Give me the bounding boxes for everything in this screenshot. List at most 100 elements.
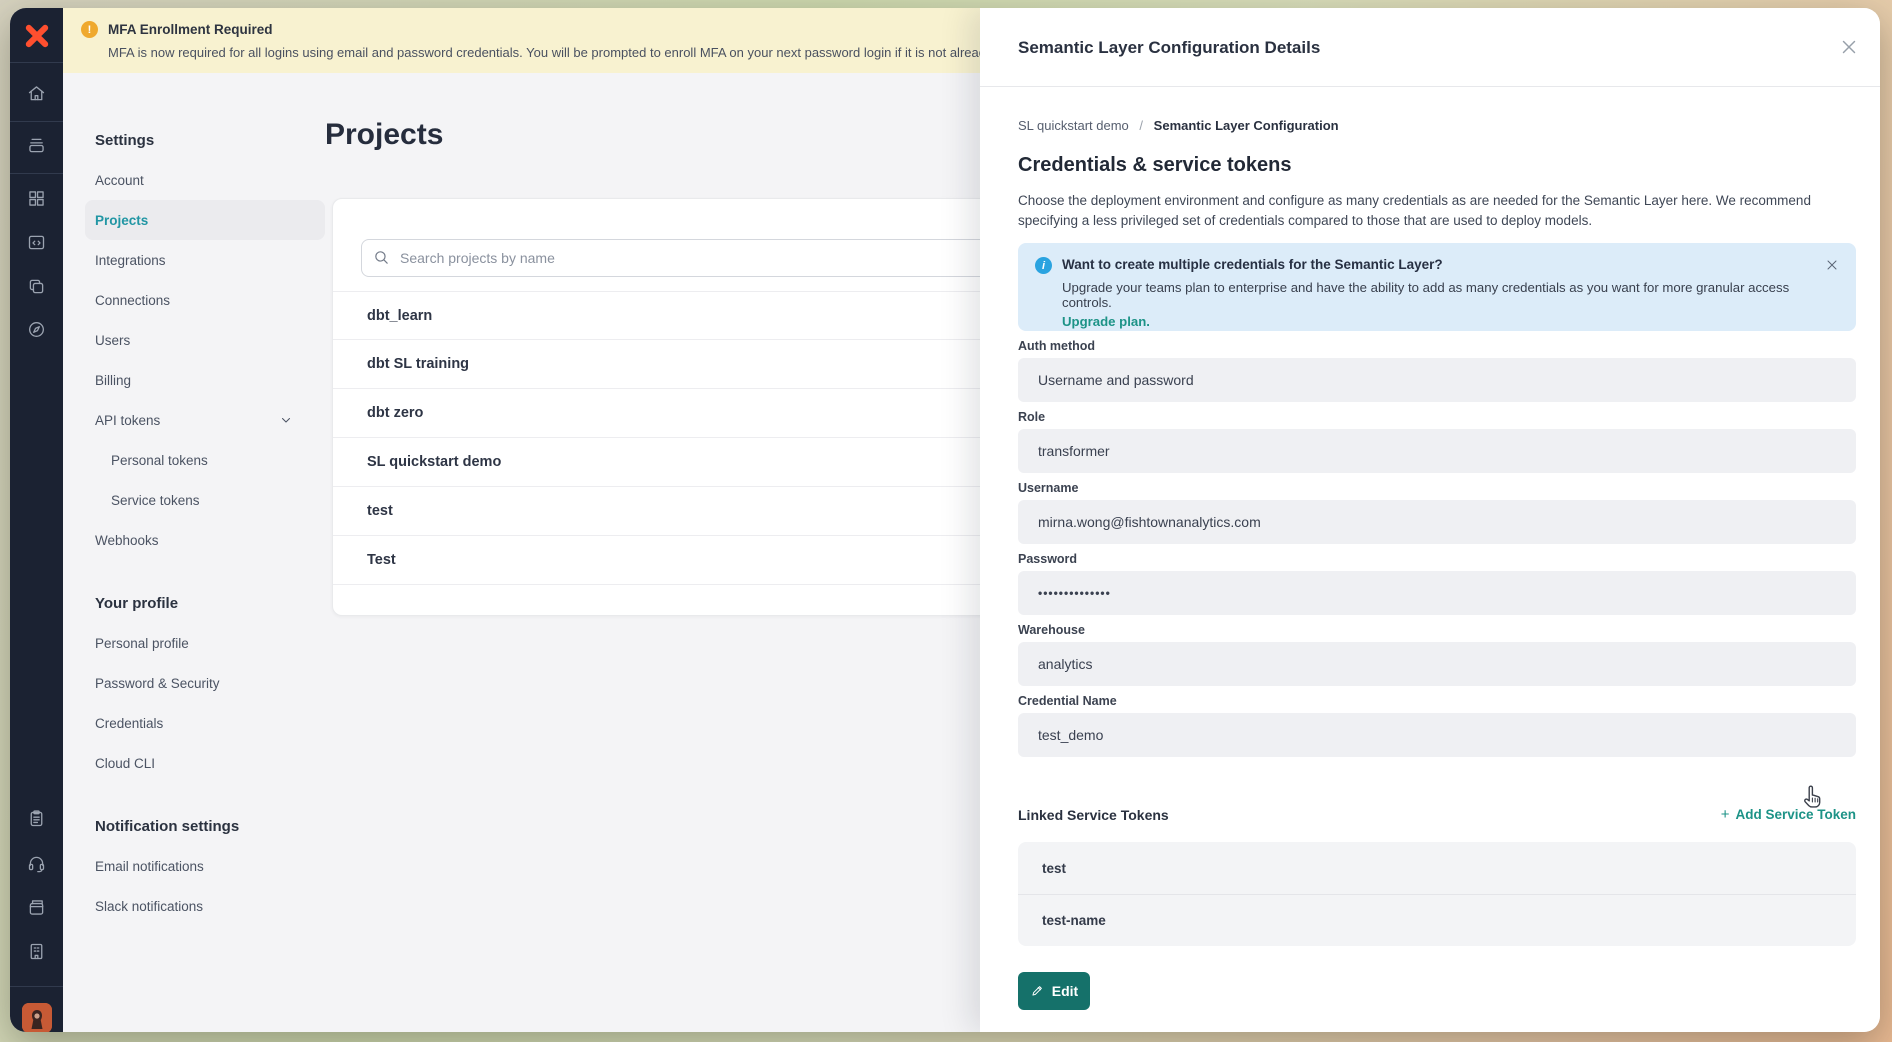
linked-service-tokens-label: Linked Service Tokens (1018, 807, 1169, 823)
support-headset-icon[interactable] (26, 853, 47, 874)
search-projects-input[interactable] (361, 239, 1009, 277)
projects-card: dbt_learn dbt SL training dbt zero SL qu… (332, 198, 1032, 616)
your-profile-heading: Your profile (85, 583, 325, 623)
auth-method-value: Username and password (1018, 358, 1856, 402)
breadcrumb: SL quickstart demo / Semantic Layer Conf… (1018, 118, 1856, 133)
service-tokens-list: test test-name (1018, 842, 1856, 946)
password-field: Password •••••••••••••• (1018, 552, 1856, 615)
field-label: Password (1018, 552, 1856, 567)
project-row[interactable]: Test (333, 536, 1031, 585)
upgrade-info-box: i Want to create multiple credentials fo… (1018, 243, 1856, 331)
explore-compass-icon[interactable] (26, 319, 47, 340)
rail-divider (10, 173, 63, 174)
banner-title: MFA Enrollment Required (108, 22, 273, 37)
close-icon[interactable] (1838, 36, 1860, 58)
info-box-body: Upgrade your teams plan to enterprise an… (1062, 280, 1812, 310)
auth-method-field: Auth method Username and password (1018, 339, 1856, 402)
rail-divider (10, 121, 63, 122)
edit-button-label: Edit (1052, 983, 1078, 999)
user-avatar[interactable] (22, 1003, 52, 1032)
search-icon (373, 249, 390, 266)
app-window: ! MFA Enrollment Required MFA is now req… (10, 8, 1880, 1032)
credential-name-value: test_demo (1018, 713, 1856, 757)
dbt-logo-icon[interactable] (23, 22, 51, 50)
nav-item-personal-tokens[interactable]: Personal tokens (85, 440, 325, 480)
code-editor-icon[interactable] (26, 232, 47, 253)
nav-item-personal-profile[interactable]: Personal profile (85, 623, 325, 663)
nav-item-users[interactable]: Users (85, 320, 325, 360)
project-row[interactable]: dbt SL training (333, 340, 1031, 389)
project-row[interactable]: test (333, 487, 1031, 536)
semantic-layer-drawer: Semantic Layer Configuration Details SL … (980, 8, 1880, 1032)
settings-heading: Settings (85, 120, 325, 160)
breadcrumb-separator: / (1139, 118, 1143, 133)
organization-building-icon[interactable] (26, 941, 47, 962)
warehouse-field: Warehouse analytics (1018, 623, 1856, 686)
warehouse-value: analytics (1018, 642, 1856, 686)
nav-item-slack-notifications[interactable]: Slack notifications (85, 886, 325, 926)
nav-item-integrations[interactable]: Integrations (85, 240, 325, 280)
username-value: mirna.wong@fishtownanalytics.com (1018, 500, 1856, 544)
nav-item-account[interactable]: Account (85, 160, 325, 200)
nav-item-password-security[interactable]: Password & Security (85, 663, 325, 703)
field-label: Warehouse (1018, 623, 1856, 638)
add-service-token-button[interactable]: + Add Service Token (1721, 806, 1856, 823)
service-token-row[interactable]: test (1018, 842, 1856, 894)
edit-button[interactable]: Edit (1018, 972, 1090, 1010)
nav-item-api-tokens[interactable]: API tokens (85, 400, 325, 440)
docs-book-icon[interactable] (26, 897, 47, 918)
field-label: Credential Name (1018, 694, 1856, 709)
nav-item-credentials[interactable]: Credentials (85, 703, 325, 743)
service-token-row[interactable]: test-name (1018, 894, 1856, 946)
home-icon[interactable] (26, 83, 47, 104)
desktop-background: ! MFA Enrollment Required MFA is now req… (0, 0, 1892, 1042)
password-value: •••••••••••••• (1018, 571, 1856, 615)
nav-item-connections[interactable]: Connections (85, 280, 325, 320)
info-box-title: Want to create multiple credentials for … (1062, 257, 1812, 272)
breadcrumb-parent[interactable]: SL quickstart demo (1018, 118, 1129, 133)
credential-name-field: Credential Name test_demo (1018, 694, 1856, 757)
role-value: transformer (1018, 429, 1856, 473)
plus-icon: + (1721, 806, 1730, 823)
warning-icon: ! (81, 21, 98, 38)
rail-divider (10, 62, 63, 63)
nav-item-service-tokens[interactable]: Service tokens (85, 480, 325, 520)
nav-item-email-notifications[interactable]: Email notifications (85, 846, 325, 886)
breadcrumb-current: Semantic Layer Configuration (1154, 118, 1339, 133)
username-field: Username mirna.wong@fishtownanalytics.co… (1018, 481, 1856, 544)
project-row[interactable]: dbt_learn (333, 291, 1031, 340)
banner-body: MFA is now required for all logins using… (63, 45, 980, 60)
drawer-header: Semantic Layer Configuration Details (980, 8, 1880, 87)
changelog-clipboard-icon[interactable] (26, 808, 47, 829)
notification-settings-heading: Notification settings (85, 806, 325, 846)
credentials-description: Choose the deployment environment and co… (1018, 191, 1856, 231)
projects-list: dbt_learn dbt SL training dbt zero SL qu… (333, 291, 1031, 585)
add-service-token-label: Add Service Token (1735, 807, 1856, 822)
nav-item-webhooks[interactable]: Webhooks (85, 520, 325, 560)
info-box-close-icon[interactable] (1824, 257, 1840, 273)
nav-item-label: API tokens (95, 413, 160, 428)
mfa-banner: ! MFA Enrollment Required MFA is now req… (63, 8, 980, 73)
copy-duplicate-icon[interactable] (26, 276, 47, 297)
chevron-down-icon (279, 413, 293, 427)
project-row[interactable]: SL quickstart demo (333, 438, 1031, 487)
field-label: Auth method (1018, 339, 1856, 354)
page-title: Projects (325, 118, 443, 152)
settings-nav: Settings Account Projects Integrations C… (85, 120, 325, 926)
drawer-title: Semantic Layer Configuration Details (1018, 38, 1320, 58)
rail-divider (10, 986, 63, 987)
pencil-icon (1030, 984, 1044, 998)
project-row[interactable]: dbt zero (333, 389, 1031, 438)
role-field: Role transformer (1018, 410, 1856, 473)
nav-item-projects[interactable]: Projects (85, 200, 325, 240)
credentials-heading: Credentials & service tokens (1018, 154, 1856, 177)
field-label: Username (1018, 481, 1856, 496)
info-icon: i (1035, 257, 1052, 274)
nav-item-billing[interactable]: Billing (85, 360, 325, 400)
field-label: Role (1018, 410, 1856, 425)
deploy-stack-icon[interactable] (26, 135, 47, 156)
icon-rail (10, 8, 63, 1032)
dashboard-grid-icon[interactable] (26, 188, 47, 209)
nav-item-cloud-cli[interactable]: Cloud CLI (85, 743, 325, 783)
upgrade-plan-link[interactable]: Upgrade plan. (1062, 314, 1150, 329)
